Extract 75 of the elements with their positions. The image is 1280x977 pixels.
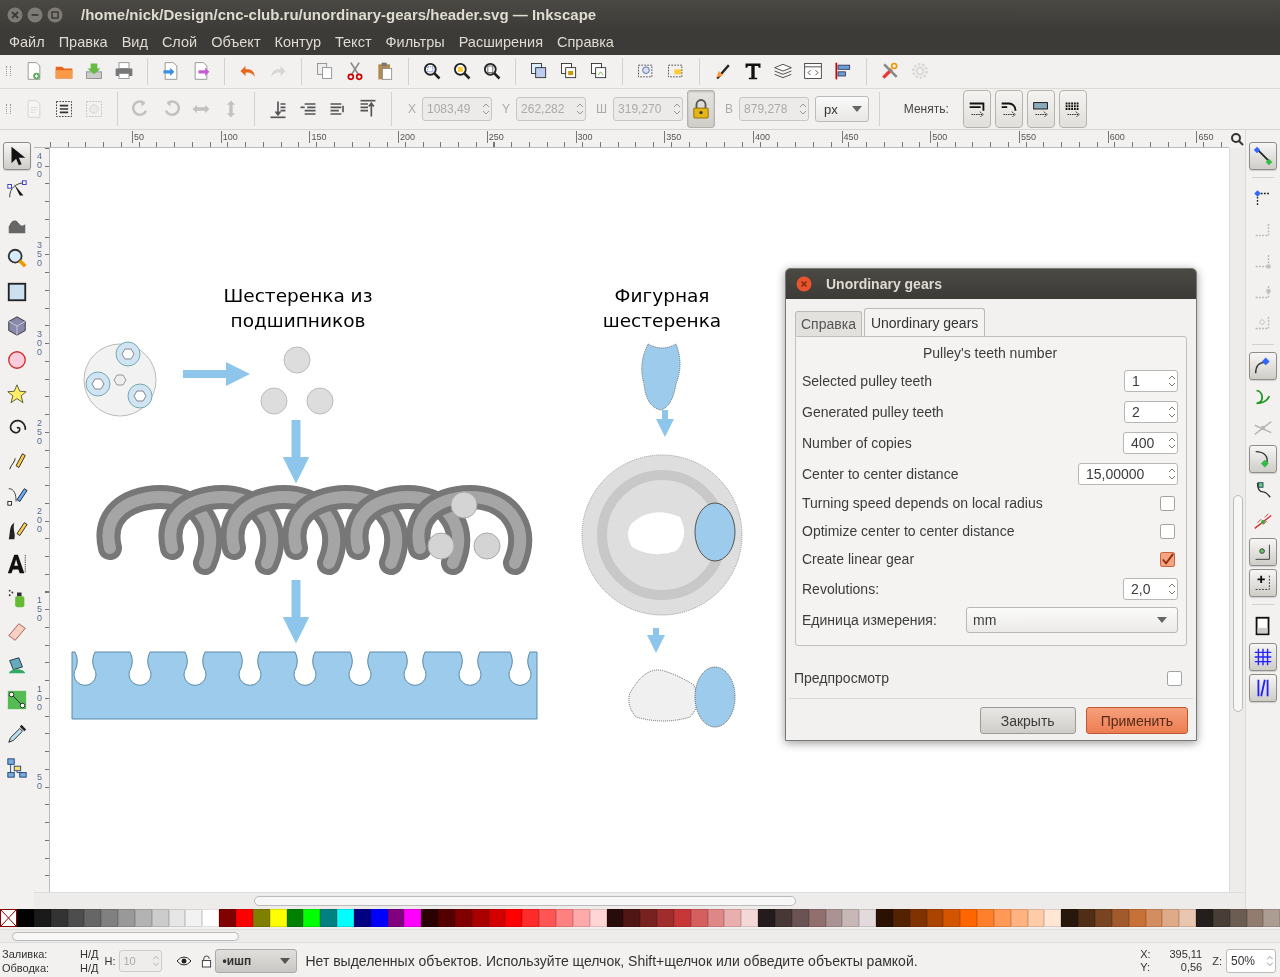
field-label: Y (502, 102, 511, 117)
layer-dropdown[interactable]: •ишп (215, 949, 298, 974)
spin-field[interactable]: 2 (1124, 400, 1178, 423)
menu-item[interactable]: Расширения (451, 34, 550, 51)
apply-button[interactable]: Применить (1085, 707, 1188, 734)
ruler-label: 400 (37, 152, 43, 180)
ruler-label: 100 (37, 684, 43, 712)
menu-item[interactable]: Файл (2, 34, 52, 51)
menu-item[interactable]: Фильтры (378, 34, 452, 51)
ruler-label: 500 (930, 131, 948, 144)
ruler-label: 300 (575, 131, 593, 144)
fill-value: Н/Д (80, 947, 99, 961)
cursor-x-label: X: (1140, 948, 1152, 962)
ruler-label: 400 (752, 131, 770, 144)
spin-field[interactable]: 15,00000 (1078, 462, 1178, 485)
menu-item[interactable]: Вид (114, 34, 155, 51)
tab[interactable]: Справка (795, 311, 862, 336)
spin-field[interactable]: 1 (1124, 369, 1178, 392)
ruler-label: 350 (37, 241, 43, 269)
option-label: Generated pulley teeth (802, 403, 944, 420)
stroke-value: Н/Д (80, 961, 99, 975)
close-button[interactable]: Закрыть (979, 707, 1076, 734)
option-label: Revolutions: (802, 580, 880, 597)
ruler-label: 250 (486, 131, 504, 144)
menu-item[interactable]: Слой (154, 34, 205, 51)
ruler-label: 550 (1019, 131, 1037, 144)
field-label: В (725, 102, 734, 117)
ruler-label: 650 (1196, 131, 1214, 144)
dialog-title: Unordinary gears (826, 276, 942, 292)
option-label: Selected pulley teeth (802, 372, 932, 389)
menu-item[interactable]: Справка (550, 34, 621, 51)
cursor-y-label: Y: (1140, 961, 1151, 975)
menu-item[interactable]: Текст (328, 34, 379, 51)
ruler-label: 50 (37, 773, 43, 792)
ruler-label: 600 (1107, 131, 1125, 144)
tab[interactable]: Unordinary gears (863, 308, 986, 337)
spin-field[interactable]: 2,0 (1123, 577, 1178, 600)
menu-item[interactable]: Объект (204, 34, 268, 51)
zoom-field[interactable]: 50% (1226, 949, 1276, 974)
option-label: Turning speed depends on local radius (802, 495, 1043, 511)
section-heading: Pulley's teeth number (922, 345, 1058, 361)
ruler-label: 200 (398, 131, 416, 144)
preview-label: Предпросмотр (794, 670, 889, 686)
ruler-label: 300 (37, 329, 43, 357)
menu-item[interactable]: Правка (51, 34, 115, 51)
field-label: Ш (596, 102, 608, 117)
option-label: Единица измерения: (802, 611, 937, 628)
ruler-label: 100 (220, 131, 238, 144)
ruler-label: 200 (37, 507, 43, 535)
fill-label: Заливка: (2, 947, 49, 961)
ruler-label: 50 (132, 131, 144, 144)
stroke-label: Обводка: (2, 961, 51, 975)
option-label: Center to center distance (802, 465, 959, 482)
menu-item[interactable]: Контур (267, 34, 328, 51)
option-label: Number of copies (802, 434, 912, 451)
field-label: X (408, 102, 416, 117)
window-title: /home/nick/Design/cnc-club.ru/unordinary-gears/header.svg — Inkscape (81, 6, 597, 24)
canvas-heading: Фигурная шестеренка (601, 284, 723, 334)
ruler-label: 250 (37, 418, 43, 446)
ruler-label: 150 (309, 131, 327, 144)
status-message: Нет выделенных объектов. Используйте щелчок, Shift+щелчок или обведите объекты рамкой. (305, 953, 918, 970)
ruler-label: 150 (37, 595, 43, 623)
unit-dropdown[interactable]: px (815, 96, 869, 123)
stroke-width-label: Н: (104, 955, 116, 968)
ruler-label: 450 (841, 131, 859, 144)
spin-field[interactable]: 400 (1123, 431, 1178, 454)
option-label: Create linear gear (802, 551, 915, 567)
unit-dropdown[interactable]: mm (966, 606, 1178, 633)
zoom-label: Z: (1212, 955, 1222, 968)
scale-options-label: Менять: (903, 102, 949, 117)
canvas-heading: Шестеренка из подшипников (222, 284, 374, 334)
ruler-label: 350 (664, 131, 682, 144)
cursor-x-value: 395,11 (1168, 948, 1203, 962)
cursor-y-value: 0,56 (1179, 961, 1203, 975)
option-label: Optimize center to center distance (802, 523, 1015, 539)
